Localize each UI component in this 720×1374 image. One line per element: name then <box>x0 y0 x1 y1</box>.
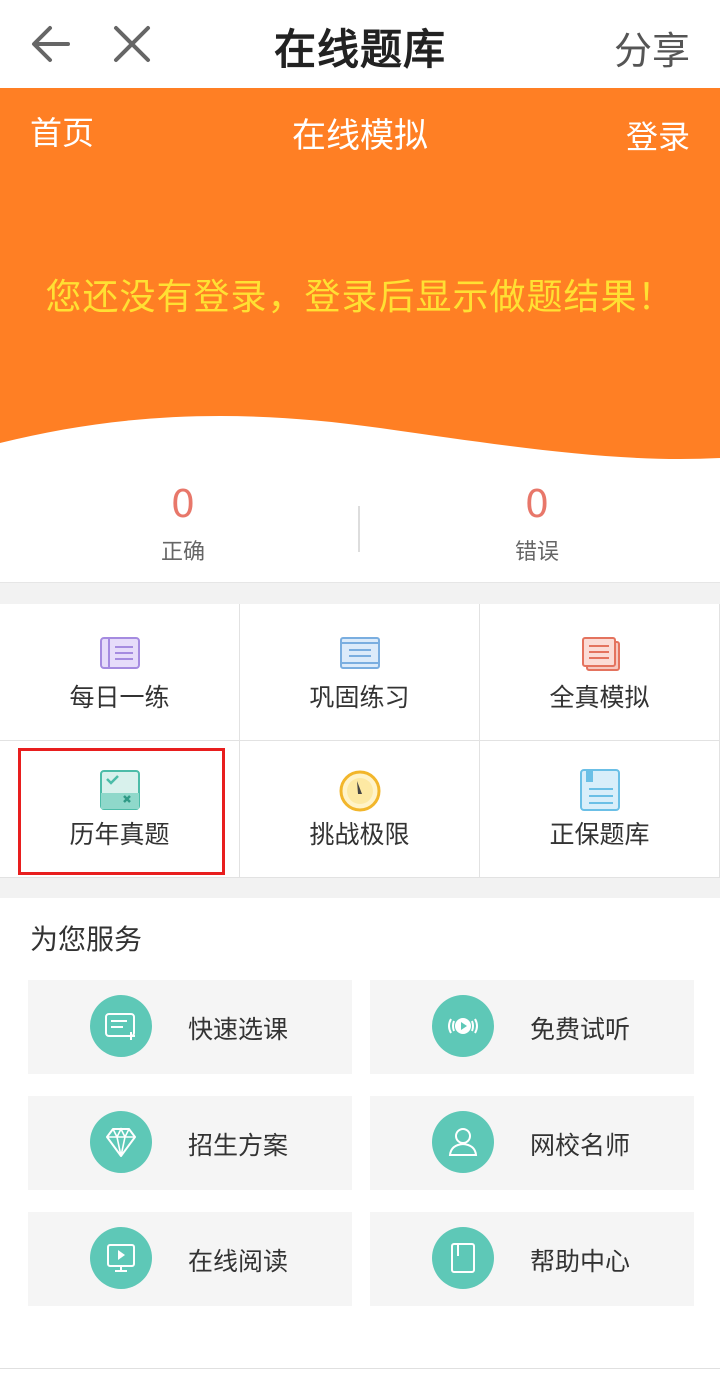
grid-item-label: 巩固练习 <box>309 683 410 712</box>
grid-item-label: 正保题库 <box>549 820 650 849</box>
service-label: 快速选课 <box>188 1015 289 1044</box>
section-gap <box>0 878 720 898</box>
bookmark-book-icon <box>577 767 623 813</box>
wrong-label: 错误 <box>514 540 559 565</box>
grid-item-question-bank[interactable]: 正保题库 <box>480 741 720 878</box>
share-button[interactable]: 分享 <box>614 20 690 75</box>
grid-item-full-simulation[interactable]: 全真模拟 <box>480 604 720 741</box>
user-icon <box>432 1111 494 1173</box>
diamond-icon <box>90 1111 152 1173</box>
service-label: 网校名师 <box>530 1131 631 1160</box>
top-bar: 在线题库 分享 <box>0 0 720 88</box>
course-list-icon <box>90 995 152 1057</box>
grid-item-daily-practice[interactable]: 每日一练 <box>0 604 240 741</box>
grid-item-label: 挑战极限 <box>309 820 410 849</box>
book-icon <box>432 1227 494 1289</box>
correct-count: 0 <box>170 482 196 526</box>
grid-item-label: 全真模拟 <box>549 683 650 712</box>
section-gap <box>0 582 720 604</box>
grid-item-challenge[interactable]: 挑战极限 <box>240 741 480 878</box>
notebook-icon <box>97 630 143 676</box>
service-label: 免费试听 <box>530 1015 631 1044</box>
stacked-papers-icon <box>577 630 623 676</box>
service-help-center[interactable]: 帮助中心 <box>370 1212 694 1306</box>
wave-decoration <box>0 416 720 478</box>
grid-item-label: 每日一练 <box>69 683 170 712</box>
correct-stat: 0 正确 <box>3 478 363 566</box>
service-famous-teachers[interactable]: 网校名师 <box>370 1096 694 1190</box>
service-label: 招生方案 <box>188 1131 289 1160</box>
service-free-trial[interactable]: 免费试听 <box>370 980 694 1074</box>
document-icon <box>337 630 383 676</box>
selection-highlight <box>18 748 225 875</box>
service-online-reading[interactable]: 在线阅读 <box>28 1212 352 1306</box>
service-quick-course[interactable]: 快速选课 <box>28 980 352 1074</box>
page-title: 在线题库 <box>273 25 446 74</box>
service-label: 帮助中心 <box>530 1247 631 1276</box>
bottom-divider <box>0 1368 720 1369</box>
services-title: 为您服务 <box>30 923 143 956</box>
login-link[interactable]: 登录 <box>626 112 690 158</box>
service-label: 在线阅读 <box>188 1247 289 1276</box>
grid-item-consolidation[interactable]: 巩固练习 <box>240 604 480 741</box>
service-admission-plan[interactable]: 招生方案 <box>28 1096 352 1190</box>
banner: 首页 在线模拟 登录 您还没有登录，登录后显示做题结果！ <box>0 88 720 478</box>
timer-icon <box>337 767 383 813</box>
wrong-count: 0 <box>524 482 550 526</box>
audio-play-icon <box>432 995 494 1057</box>
banner-title: 在线模拟 <box>292 116 428 156</box>
wrong-stat: 0 错误 <box>357 478 717 566</box>
monitor-play-icon <box>90 1227 152 1289</box>
correct-label: 正确 <box>160 540 205 565</box>
stats-panel: 0 正确 0 错误 <box>0 478 720 582</box>
login-prompt-message: 您还没有登录，登录后显示做题结果！ <box>45 277 675 318</box>
